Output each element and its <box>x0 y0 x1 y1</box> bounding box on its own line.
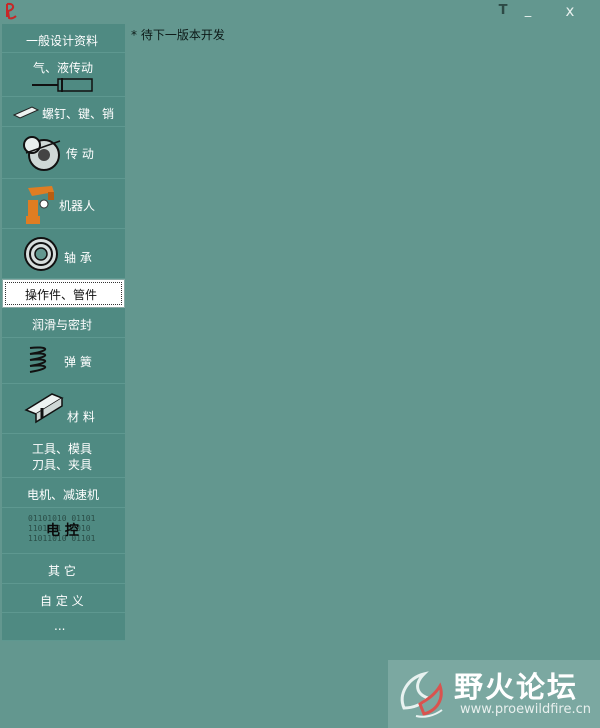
sidebar-item-label: 螺钉、键、销 <box>42 107 115 121</box>
bearing-icon <box>24 237 58 271</box>
sidebar-item-lubrication-sealing[interactable]: 润滑与密封 <box>2 308 125 338</box>
i-beam-icon <box>24 393 64 424</box>
key-icon <box>12 106 40 119</box>
sidebar-item-label: ... <box>54 619 66 633</box>
sidebar-item-screws-keys-pins[interactable]: 螺钉、键、销 <box>2 97 125 127</box>
sidebar-item-label-line2: 刀具、夹具 <box>32 458 93 472</box>
sidebar-item-label: 气、液传动 <box>33 61 94 75</box>
pending-feature-note: * 待下一版本开发 <box>131 28 225 42</box>
sidebar-item-bearing[interactable]: 轴 承 <box>2 229 125 279</box>
title-t-button[interactable]: T <box>490 0 516 22</box>
sidebar-item-label: 机器人 <box>59 199 96 213</box>
sidebar-item-label: 一般设计资料 <box>26 34 99 48</box>
sidebar-item-spring[interactable]: 弹 簧 <box>2 338 125 384</box>
sidebar-item-label: 电机、减速机 <box>27 488 100 502</box>
sidebar-item-materials[interactable]: 材 料 <box>2 384 125 434</box>
sidebar-item-general-design[interactable]: 一般设计资料 <box>2 24 125 53</box>
sidebar-item-operating-parts-pipes[interactable]: 操作件、管件 <box>2 279 125 308</box>
sidebar-item-custom[interactable]: 自 定 义 <box>2 584 125 613</box>
sidebar-item-motors-reducers[interactable]: 电机、减速机 <box>2 478 125 508</box>
sidebar-item-transmission[interactable]: 传 动 <box>2 127 125 179</box>
flame-logo-icon <box>400 671 443 718</box>
sidebar-item-label: 轴 承 <box>64 251 92 265</box>
sidebar-item-label: 操作件、管件 <box>25 288 98 302</box>
title-bar: T _ x <box>0 0 600 22</box>
sidebar-item-label: 润滑与密封 <box>32 318 93 332</box>
robot-arm-icon <box>26 186 54 224</box>
sidebar-item-label: 其 它 <box>48 564 76 578</box>
sidebar-item-more[interactable]: ... <box>2 613 125 641</box>
sidebar-item-other[interactable]: 其 它 <box>2 554 125 584</box>
sidebar-item-electrical-control[interactable]: 01101010 01101 1101 01 01010 11011010 01… <box>2 508 125 554</box>
sidebar-item-label: 自 定 义 <box>40 594 84 608</box>
sidebar-item-tools-molds[interactable]: 工具、模具 刀具、夹具 <box>2 434 125 478</box>
cylinder-icon <box>32 78 93 92</box>
sidebar-item-label: 弹 簧 <box>64 355 92 369</box>
app-logo-icon <box>6 2 17 20</box>
sidebar-item-robot[interactable]: 机器人 <box>2 179 125 229</box>
sidebar-item-label: 电 控 <box>46 523 79 539</box>
sidebar-item-pneumatic-hydraulic[interactable]: 气、液传动 <box>2 53 125 97</box>
close-button[interactable]: x <box>557 0 583 22</box>
forum-watermark: 野火论坛 www.proewildfire.cn <box>388 660 600 728</box>
minimize-button[interactable]: _ <box>515 0 541 22</box>
watermark-title: 野火论坛 <box>454 670 579 704</box>
sidebar-item-label-line1: 工具、模具 <box>32 442 93 456</box>
spring-icon <box>29 346 46 373</box>
watermark-url: www.proewildfire.cn <box>460 702 591 717</box>
sidebar-item-label: 材 料 <box>67 410 95 424</box>
gear-icon <box>23 136 61 171</box>
sidebar-item-label: 传 动 <box>66 147 94 161</box>
